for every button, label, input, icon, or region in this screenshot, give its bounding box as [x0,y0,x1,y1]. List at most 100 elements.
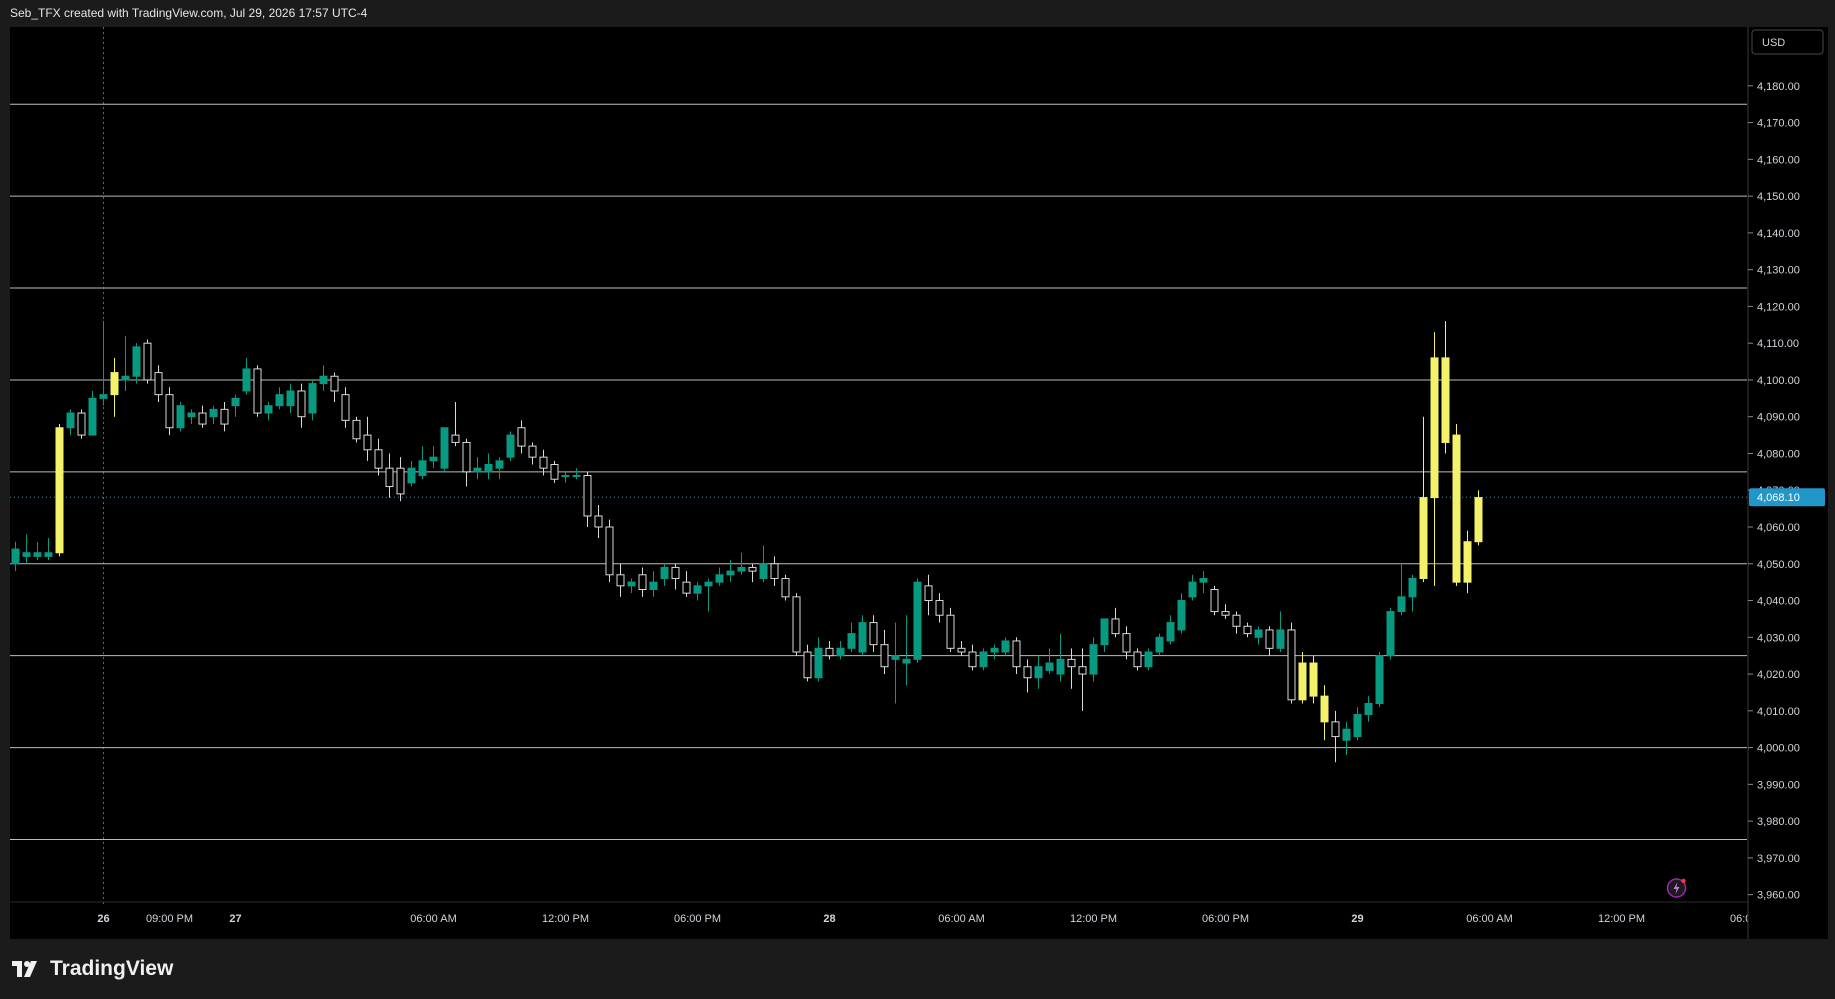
candle-body [792,596,801,653]
candle-body [1243,625,1252,635]
tradingview-logo-icon [12,961,37,977]
candle-body [1419,497,1428,579]
candle-body [693,585,702,594]
candle-body [429,456,438,462]
candle-body [495,460,504,469]
candle-body [121,375,130,381]
candle-body [1045,662,1054,671]
price-axis-label: 4,030.00 [1757,632,1800,644]
candle-body [462,441,471,473]
candle-body [1177,600,1186,631]
candle-body [968,651,977,668]
candle-body [913,581,922,660]
candle-body [165,394,174,429]
candle-body [957,647,966,653]
candle-body [407,467,416,484]
brand-name: TradingView [50,957,174,980]
candle-body [253,368,262,414]
time-axis-label: 12:00 PM [542,913,589,925]
candle-body [55,427,64,554]
chart-area[interactable]: 26 09:00 PM 27 06:00 AM 12:00 PM 06:00 PM 28 06… [10,27,1828,939]
candle-body [704,581,713,587]
candle-body [594,515,603,528]
candle-body [770,563,779,579]
candle-body [803,651,812,679]
price-axis-label: 4,180.00 [1757,81,1800,93]
time-axis-label: 06:00 AM [1466,913,1512,925]
candle-body [308,383,317,414]
candle-body [737,566,746,572]
candle-body [1023,666,1032,679]
candle-body [726,570,735,576]
time-axis-label: 26 [97,913,109,925]
price-axis-label: 4,110.00 [1757,338,1799,350]
candle-body [198,412,207,425]
price-axis-label: 3,970.00 [1757,853,1800,865]
candle-body [132,346,141,377]
candle-body [11,548,20,565]
price-axis-label: 4,120.00 [1757,301,1800,313]
candle-body [550,464,559,480]
candle-body [1221,611,1230,616]
candle-body [154,372,163,396]
candle-body [1001,640,1010,653]
candle-body [1320,695,1329,723]
candle-body [1342,728,1351,741]
candle-body [1199,577,1208,583]
candle-body [1089,644,1098,675]
price-axis-label: 3,980.00 [1757,816,1800,828]
candle-body [836,647,845,657]
candle-body [781,577,790,598]
candle-body [869,622,878,646]
candle-body [319,375,328,385]
candle-body [539,456,548,469]
candle-body [935,600,944,616]
candle-body [858,622,867,653]
time-axis-label: 12:00 PM [1598,913,1645,925]
candle-body [1408,577,1417,598]
price-axis-label: 4,060.00 [1757,522,1800,534]
candle-body [759,563,768,579]
price-axis-label: 4,160.00 [1757,154,1800,166]
candle-body [1056,658,1065,675]
candle-body [715,574,724,583]
price-axis-label: 4,100.00 [1757,375,1800,387]
candle-body [1474,497,1483,543]
candle-body [627,581,636,587]
candle-body [572,475,581,478]
candle-body [1078,666,1087,675]
candle-body [286,390,295,407]
candle-body [330,375,339,392]
candle-body [1397,596,1406,613]
price-axis-label: 4,020.00 [1757,669,1800,681]
candle-body [1309,662,1318,697]
time-axis-label: 27 [229,913,241,925]
candle-body [44,552,53,557]
candle-body [605,526,614,576]
candle-body [638,574,647,591]
candle-body [1111,618,1120,635]
candle-body [1155,636,1164,653]
current-price-value: 4,068.10 [1757,492,1800,504]
candle-body [1287,629,1296,701]
candle-body [1265,629,1274,649]
chart-background [10,27,1828,939]
candle-body [374,449,383,469]
candle-body [825,647,834,657]
time-axis-label: 29 [1351,913,1363,925]
candle-body [220,408,229,425]
time-axis-label: 09:00 PM [146,913,193,925]
candle-body [264,405,273,414]
price-chart[interactable]: 26 09:00 PM 27 06:00 AM 12:00 PM 06:00 PM 28 06… [10,27,1828,939]
tradingview-logo: TradingView [12,957,173,981]
candle-body [396,467,405,495]
price-axis-label: 4,080.00 [1757,448,1800,460]
candle-body [1364,702,1373,715]
candle-body [22,552,31,557]
price-axis-label: 4,010.00 [1757,706,1800,718]
candle-body [231,397,240,407]
price-axis-label: 4,150.00 [1757,191,1800,203]
candle-body [110,372,119,396]
candle-body [352,419,361,440]
candle-body [990,647,999,653]
